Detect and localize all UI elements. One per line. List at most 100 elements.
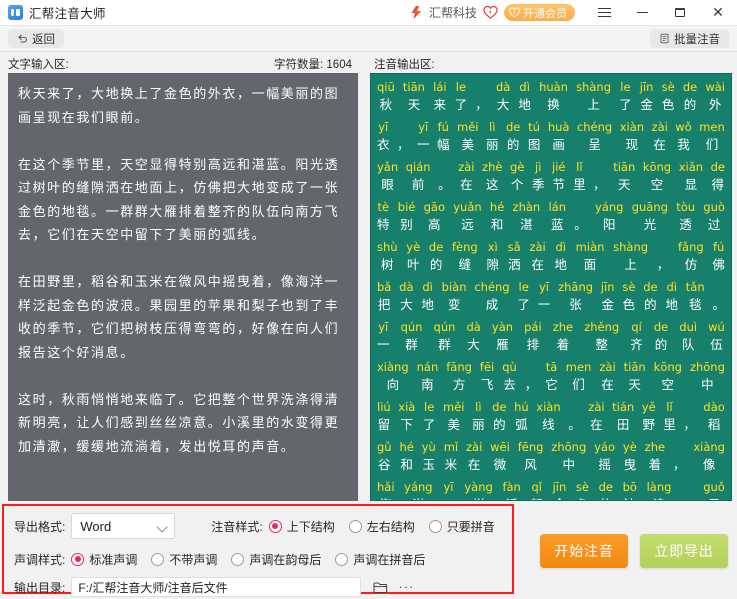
hanzi-text: 和	[490, 218, 504, 232]
phonetic-style-label: 注音样式:	[211, 519, 263, 534]
hanzi-text: 缝	[458, 258, 472, 272]
pinyin-text: qún	[433, 320, 456, 334]
tone-style-option-2[interactable]: 声调在韵母后	[231, 551, 321, 568]
phonetic-cell: huàn 换	[539, 79, 568, 115]
phonetic-line: tè 特 bié 别 gāo 高 yuǎn 远 hé 和 zhàn 湛 lán 蓝 。 yáng 阳 guāng…	[375, 199, 727, 239]
phonetic-output-area[interactable]: qiū 秋 tiān 天 lái 来 le 了 ， dà 大 dì 地 huàn 换 shàng 上 le 了 jī…	[370, 73, 732, 501]
hanzi-text: 整	[595, 338, 608, 352]
pinyin-text: de	[653, 320, 669, 334]
phonetic-cell: jīn金	[553, 479, 567, 500]
heart-outline-icon[interactable]	[483, 5, 498, 20]
hanzi-text: 一	[417, 138, 430, 152]
export-format-select[interactable]: Word	[71, 513, 176, 539]
phonetic-cell: 。	[681, 479, 694, 500]
hanzi-text: 田	[616, 418, 630, 432]
pinyin-text: shàng	[613, 240, 649, 254]
pinyin-text: le	[518, 280, 529, 294]
hanzi-text: 色	[661, 98, 675, 112]
phonetic-style-option-0[interactable]: 上下结构	[268, 518, 335, 535]
hanzi-text: 的	[600, 495, 613, 500]
hanzi-text: 的	[429, 258, 443, 272]
pinyin-text	[579, 199, 583, 215]
hanzi-text: 像	[702, 458, 716, 472]
pinyin-text: zhōng	[551, 440, 587, 454]
pinyin-text: shàng	[576, 80, 612, 94]
hanzi-text: 弧	[515, 418, 528, 432]
phonetic-cell: tiān 天	[613, 159, 635, 195]
pinyin-text: jīn	[639, 80, 654, 94]
close-button[interactable]: ✕	[699, 0, 737, 26]
phonetic-style-option-2[interactable]: 只要拼音	[428, 518, 495, 535]
pinyin-text: yàng	[464, 480, 493, 494]
hanzi-text: 线	[542, 418, 555, 432]
input-pane-header: 文字输入区: 字符数量: 1604	[0, 52, 366, 73]
hanzi-text: 一	[537, 298, 551, 312]
batch-phonetic-button[interactable]: 批量注音	[650, 29, 729, 48]
hanzi-text: 在	[601, 378, 614, 392]
phonetic-cell: dì 地	[665, 279, 678, 315]
phonetic-cell: fàn泛	[502, 479, 520, 500]
tone-style-option-0[interactable]: 标准声调	[71, 551, 137, 568]
phonetic-cell: de 的	[506, 119, 520, 155]
hanzi-text: 洒	[507, 258, 521, 272]
export-now-button[interactable]: 立即导出	[640, 534, 728, 568]
hanzi-text: 方	[452, 378, 466, 392]
pinyin-text: le	[620, 80, 631, 94]
hanzi-text: 一	[377, 338, 390, 352]
ellipsis-icon[interactable]: ···	[398, 580, 414, 593]
back-button[interactable]: 返回	[8, 29, 64, 48]
pinyin-text: huà	[547, 120, 570, 134]
pinyin-text: tiān	[402, 80, 425, 94]
hanzi-text: 眼	[381, 178, 394, 192]
menu-button[interactable]	[585, 0, 623, 26]
hanzi-text: 远	[461, 218, 474, 232]
phonetic-cell: le 了	[619, 79, 632, 115]
pinyin-text: tiān	[613, 160, 636, 174]
output-pane-label: 注音输出区:	[374, 59, 435, 71]
tone-style-option-1[interactable]: 不带声调	[151, 551, 217, 568]
hanzi-text: ，	[656, 258, 670, 272]
phonetic-cell: yáng 阳	[595, 199, 623, 235]
hanzi-text: 了	[619, 98, 632, 112]
pinyin-text: yī	[378, 320, 389, 334]
pinyin-text: dà	[466, 320, 481, 334]
folder-icon[interactable]	[373, 581, 388, 594]
minimize-button[interactable]	[623, 0, 661, 26]
hanzi-text: 地	[665, 298, 678, 312]
pinyin-text: sǎ	[507, 240, 521, 254]
hanzi-text: 呈	[588, 138, 601, 152]
pinyin-text: gǔ	[377, 440, 392, 454]
phonetic-cell: men 们	[699, 119, 725, 155]
hanzi-text: 微	[493, 458, 507, 472]
hanzi-text: 摇	[598, 458, 611, 472]
open-vip-button[interactable]: 开通会员	[504, 4, 575, 21]
phonetic-cell: tā 它	[545, 359, 558, 395]
output-dir-input[interactable]: F:/汇帮注音大师/注音后文件	[71, 577, 362, 597]
phonetic-cell: qǐ起	[530, 479, 543, 500]
hanzi-text: ，	[397, 138, 410, 152]
hamburger-icon	[597, 8, 611, 17]
pinyin-text: zhàn	[512, 200, 541, 214]
pinyin-text: wǒ	[675, 120, 692, 134]
text-input-area[interactable]	[8, 73, 358, 501]
phonetic-cell: qù 去	[502, 359, 517, 395]
phonetic-style-radio-group: 上下结构 左右结构 只要拼音	[268, 518, 495, 535]
phonetic-cell: dì 地	[554, 239, 567, 275]
hanzi-text: 上	[587, 98, 600, 112]
pinyin-text: men	[699, 120, 725, 134]
start-phonetic-button[interactable]: 开始注音	[540, 534, 628, 568]
pinyin-text: gāo	[423, 200, 445, 214]
input-pane: 文字输入区: 字符数量: 1604	[0, 52, 366, 504]
pinyin-text: hǎi	[377, 480, 395, 494]
phonetic-style-option-1[interactable]: 左右结构	[348, 518, 415, 535]
pinyin-text: de	[682, 80, 698, 94]
hanzi-text: 在	[467, 458, 481, 472]
tone-style-option-3[interactable]: 声调在拼音后	[335, 551, 425, 568]
phonetic-cell: ，	[525, 359, 538, 395]
hanzi-text: 地	[421, 298, 434, 312]
char-count-label: 字符数量:	[274, 59, 324, 71]
hanzi-text: 秋	[379, 98, 393, 112]
pinyin-text: zài	[529, 240, 546, 254]
app-window: 汇帮注音大师 汇帮科技 开通会员 ✕ 返回 批量注音 文字输入区: 字符数量: …	[0, 0, 737, 599]
maximize-button[interactable]	[661, 0, 699, 26]
